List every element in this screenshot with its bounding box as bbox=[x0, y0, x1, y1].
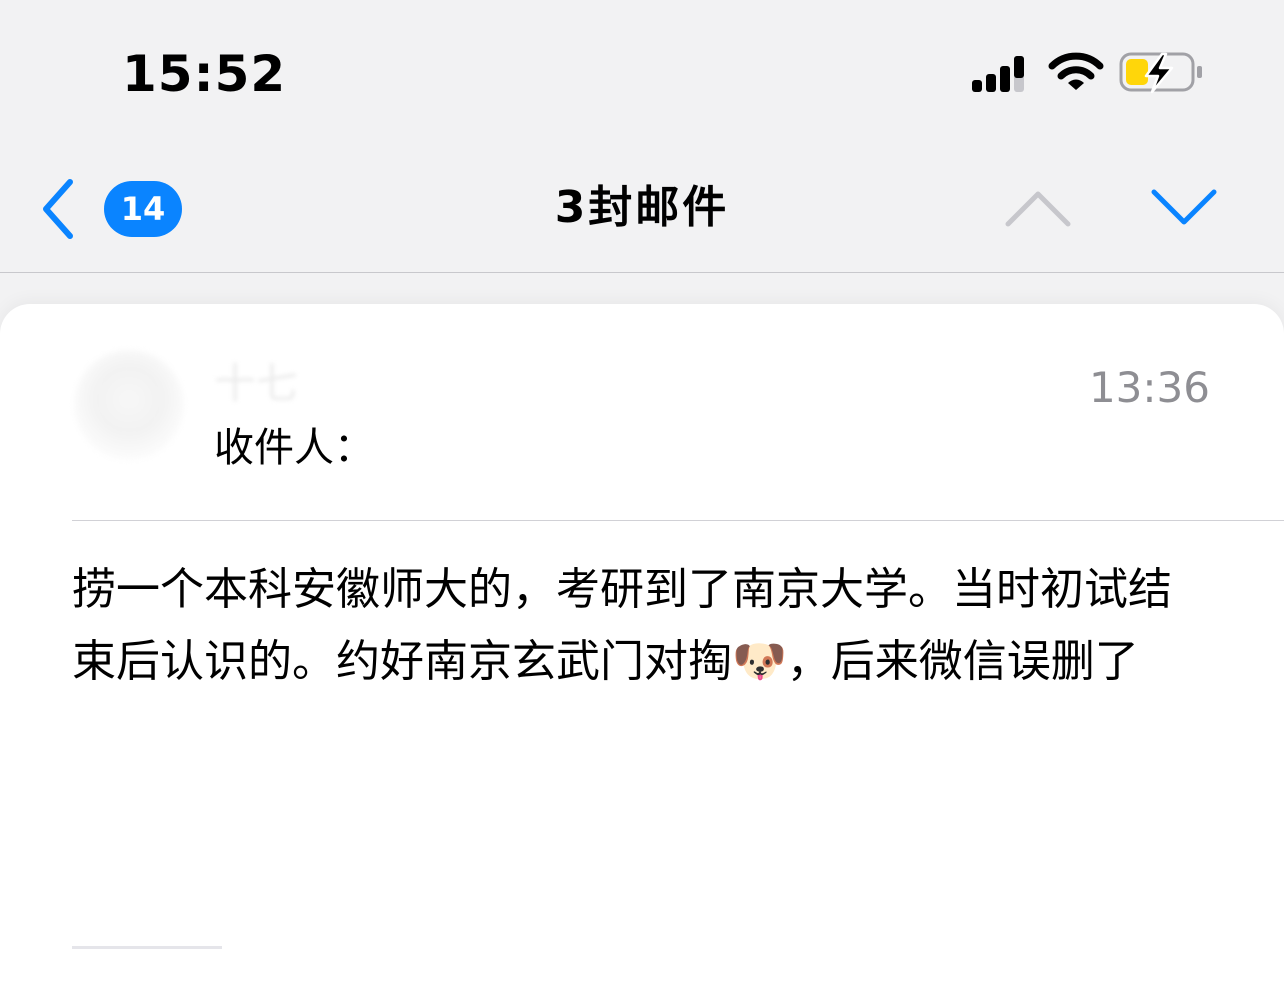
mail-card: 十七 收件人： 13:36 捞一个本科安徽师大的，考研到了南京大学。当时初试结束… bbox=[0, 304, 1284, 1004]
navigation-bar: 14 3封邮件 bbox=[0, 140, 1284, 273]
previous-message-button[interactable] bbox=[996, 178, 1080, 238]
sender-name[interactable]: 十七 bbox=[214, 356, 298, 412]
back-button[interactable]: 14 bbox=[30, 174, 190, 244]
nav-title: 3封邮件 bbox=[554, 182, 730, 233]
sender-avatar[interactable] bbox=[74, 350, 184, 460]
footer-divider bbox=[72, 946, 222, 949]
status-time: 15:52 bbox=[122, 45, 287, 103]
chevron-up-icon bbox=[1005, 191, 1071, 227]
recipient-label: 收件人： bbox=[214, 425, 374, 471]
mail-body: 捞一个本科安徽师大的，考研到了南京大学。当时初试结束后认识的。约好南京玄武门对掏… bbox=[72, 564, 1172, 687]
mail-time: 13:36 bbox=[1088, 363, 1210, 412]
battery-charging-icon bbox=[1119, 52, 1202, 94]
back-chevron-icon bbox=[43, 179, 73, 239]
status-bar: 15:52 bbox=[0, 0, 1284, 140]
chevron-down-icon bbox=[1151, 189, 1217, 225]
wifi-icon bbox=[1048, 52, 1104, 90]
header-divider bbox=[72, 520, 1284, 521]
signal-icon bbox=[972, 56, 1024, 92]
next-message-button[interactable] bbox=[1142, 178, 1226, 238]
unread-count-badge: 14 bbox=[104, 181, 182, 237]
